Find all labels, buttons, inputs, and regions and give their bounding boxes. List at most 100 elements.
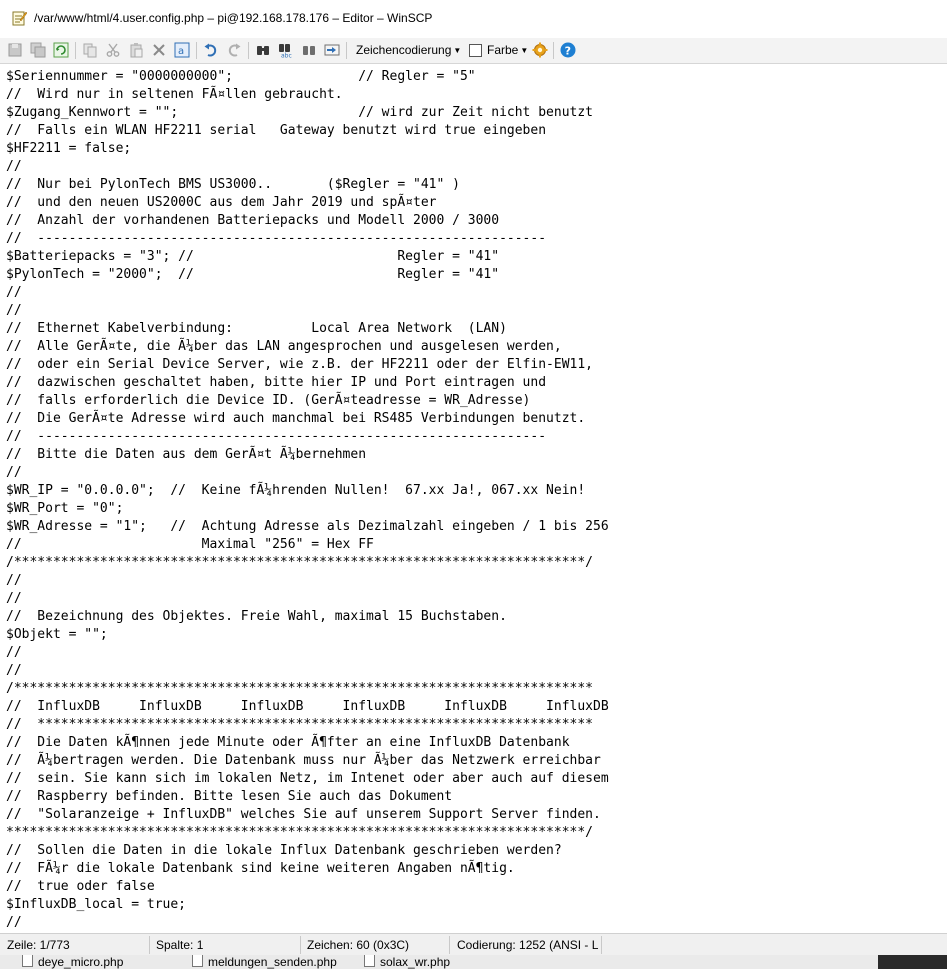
encoding-dropdown[interactable]: Zeichencodierung ▼ xyxy=(356,43,461,57)
code-line[interactable]: // Ethernet Kabelverbindung: Local Area … xyxy=(6,320,609,338)
code-line[interactable]: ****************************************… xyxy=(6,824,609,842)
code-line[interactable]: // und den neuen US2000C aus dem Jahr 20… xyxy=(6,194,609,212)
code-line[interactable]: $Objekt = ""; xyxy=(6,626,609,644)
code-line[interactable]: // Falls ein WLAN HF2211 serial Gateway … xyxy=(6,122,609,140)
chevron-down-icon: ▼ xyxy=(453,46,462,55)
code-line[interactable]: // xyxy=(6,590,609,608)
file-item[interactable]: meldungen_senden.php xyxy=(192,955,337,969)
redo-icon[interactable] xyxy=(225,41,243,59)
code-text[interactable]: $Seriennummer = "0000000000"; // Regler … xyxy=(6,68,609,932)
code-line[interactable]: // xyxy=(6,284,609,302)
file-item[interactable]: deye_micro.php xyxy=(22,955,123,969)
code-line[interactable]: // "Solaranzeige + InfluxDB" welches Sie… xyxy=(6,806,609,824)
code-line[interactable]: // Wird nur in seltenen FÃ¤llen gebrauch… xyxy=(6,86,609,104)
code-line[interactable]: // InfluxDB InfluxDB InfluxDB InfluxDB I… xyxy=(6,698,609,716)
code-line[interactable]: // Bezeichnung des Objektes. Freie Wahl,… xyxy=(6,608,609,626)
find-icon[interactable] xyxy=(254,41,272,59)
cut-icon[interactable] xyxy=(104,41,122,59)
code-line[interactable]: // Nur bei PylonTech BMS US3000.. ($Regl… xyxy=(6,176,609,194)
file-item[interactable]: solax_wr.php xyxy=(364,955,450,969)
toolbar-separator xyxy=(75,42,76,59)
code-line[interactable]: // falls erforderlich die Device ID. (Ge… xyxy=(6,392,609,410)
color-dropdown[interactable]: Farbe ▼ xyxy=(487,43,528,57)
color-label: Farbe xyxy=(487,43,519,57)
code-line[interactable]: $WR_IP = "0.0.0.0"; // Keine fÃ¼hrenden … xyxy=(6,482,609,500)
toolbar-separator xyxy=(346,42,347,59)
status-separator xyxy=(300,936,301,954)
paste-icon[interactable] xyxy=(127,41,145,59)
code-line[interactable]: $Seriennummer = "0000000000"; // Regler … xyxy=(6,68,609,86)
php-file-icon xyxy=(364,955,375,967)
status-separator xyxy=(149,936,150,954)
code-line[interactable]: // xyxy=(6,464,609,482)
code-editor[interactable]: $Seriennummer = "0000000000"; // Regler … xyxy=(0,64,947,933)
desktop-background xyxy=(878,955,947,969)
code-line[interactable]: $WR_Port = "0"; xyxy=(6,500,609,518)
status-separator xyxy=(449,936,450,954)
code-line[interactable]: $Zugang_Kennwort = ""; // wird zur Zeit … xyxy=(6,104,609,122)
code-line[interactable]: // dazwischen geschaltet haben, bitte hi… xyxy=(6,374,609,392)
undo-icon[interactable] xyxy=(202,41,220,59)
window-title: /var/www/html/4.user.config.php – pi@192… xyxy=(34,11,433,25)
code-line[interactable]: // sein. Sie kann sich im lokalen Netz, … xyxy=(6,770,609,788)
svg-text:?: ? xyxy=(565,45,571,58)
find-next-icon[interactable] xyxy=(300,41,318,59)
code-line[interactable]: // Anzahl der vorhandenen Batteriepacks … xyxy=(6,212,609,230)
code-line[interactable]: // Raspberry befinden. Bitte lesen Sie a… xyxy=(6,788,609,806)
reload-icon[interactable] xyxy=(52,41,70,59)
code-line[interactable]: $InfluxDB_local = true; xyxy=(6,896,609,914)
status-column: Spalte: 1 xyxy=(156,938,204,952)
encoding-label: Zeichencodierung xyxy=(356,43,452,57)
code-line[interactable]: // -------------------------------------… xyxy=(6,230,609,248)
code-line[interactable]: $Batteriepacks = "3"; // Regler = "41" xyxy=(6,248,609,266)
code-line[interactable]: // xyxy=(6,914,609,932)
code-line[interactable]: // Die GerÃ¤te Adresse wird auch manchma… xyxy=(6,410,609,428)
settings-icon[interactable] xyxy=(531,41,549,59)
select-all-icon[interactable]: a xyxy=(173,41,191,59)
code-line[interactable]: // Sollen die Daten in die lokale Influx… xyxy=(6,842,609,860)
code-line[interactable]: $PylonTech = "2000"; // Regler = "41" xyxy=(6,266,609,284)
code-line[interactable]: // Die Daten kÃ¶nnen jede Minute oder Ã¶… xyxy=(6,734,609,752)
code-line[interactable]: // Maximal "256" = Hex FF xyxy=(6,536,609,554)
code-line[interactable]: // Ã¼bertragen werden. Die Datenbank mus… xyxy=(6,752,609,770)
php-file-icon xyxy=(192,955,203,967)
code-line[interactable]: // FÃ¼r die lokale Datenbank sind keine … xyxy=(6,860,609,878)
code-line[interactable]: // Alle GerÃ¤te, die Ã¼ber das LAN anges… xyxy=(6,338,609,356)
toolbar-separator xyxy=(553,42,554,59)
replace-icon[interactable]: abc xyxy=(277,41,295,59)
code-line[interactable]: // xyxy=(6,662,609,680)
svg-text:a: a xyxy=(178,46,184,57)
goto-line-icon[interactable] xyxy=(323,41,341,59)
code-line[interactable]: $WR_Adresse = "1"; // Achtung Adresse al… xyxy=(6,518,609,536)
code-line[interactable]: // oder ein Serial Device Server, wie z.… xyxy=(6,356,609,374)
code-line[interactable]: // Bitte die Daten aus dem GerÃ¤t Ã¼bern… xyxy=(6,446,609,464)
color-checkbox[interactable] xyxy=(469,44,482,57)
code-line[interactable]: // -------------------------------------… xyxy=(6,428,609,446)
code-line[interactable]: // xyxy=(6,302,609,320)
delete-icon[interactable] xyxy=(150,41,168,59)
toolbar-separator xyxy=(248,42,249,59)
code-line[interactable]: // xyxy=(6,644,609,662)
toolbar-separator xyxy=(196,42,197,59)
code-line[interactable]: /***************************************… xyxy=(6,680,609,698)
code-line[interactable]: /***************************************… xyxy=(6,554,609,572)
copy-icon[interactable] xyxy=(81,41,99,59)
save-icon[interactable] xyxy=(6,41,24,59)
php-file-icon xyxy=(22,955,33,967)
chevron-down-icon: ▼ xyxy=(520,46,529,55)
status-bar: Zeile: 1/773 Spalte: 1 Zeichen: 60 (0x3C… xyxy=(0,933,947,956)
svg-text:abc: abc xyxy=(281,53,292,59)
title-bar: /var/www/html/4.user.config.php – pi@192… xyxy=(0,0,947,39)
code-line[interactable]: // xyxy=(6,158,609,176)
code-line[interactable]: // *************************************… xyxy=(6,716,609,734)
status-line: Zeile: 1/773 xyxy=(7,938,70,952)
code-line[interactable]: $HF2211 = false; xyxy=(6,140,609,158)
editor-toolbar: a abc Zeichencodierung ▼ Farbe ▼ ? xyxy=(0,38,947,64)
status-encoding: Codierung: 1252 (ANSI - L xyxy=(457,938,599,952)
notepad-icon xyxy=(11,10,28,26)
code-line[interactable]: // true oder false xyxy=(6,878,609,896)
background-file-list: deye_micro.php meldungen_senden.php sola… xyxy=(0,955,947,969)
help-icon[interactable]: ? xyxy=(559,41,577,59)
code-line[interactable]: // xyxy=(6,572,609,590)
save-all-icon[interactable] xyxy=(29,41,47,59)
